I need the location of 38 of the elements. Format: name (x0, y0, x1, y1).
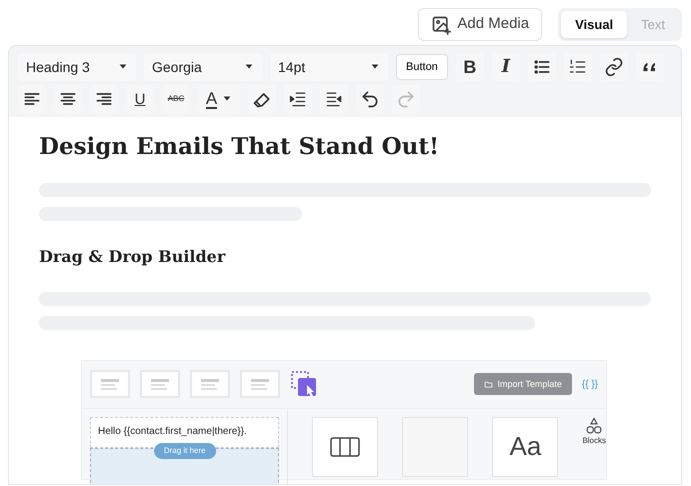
dropdown-select[interactable]: 14pt (270, 53, 388, 81)
bold-button[interactable]: B (456, 53, 484, 81)
quote-icon[interactable] (636, 53, 664, 81)
email-text-block: Hello {{contact.first_name|there}}. (90, 416, 280, 448)
columns-block-tile[interactable] (312, 416, 378, 477)
template-thumbnail[interactable] (140, 370, 180, 398)
template-thumbnail[interactable] (90, 370, 130, 398)
blocks-label[interactable]: Blocks (582, 434, 606, 447)
image-add-icon (431, 14, 452, 34)
folder-icon (484, 380, 494, 389)
add-media-button[interactable]: Add Media (418, 8, 542, 41)
strikethrough-button[interactable]: ABC (162, 85, 190, 113)
align-center-icon[interactable] (54, 85, 82, 113)
drop-hint: Drag it here (154, 442, 216, 459)
content-heading: Design Emails That Stand Out! (39, 133, 440, 161)
template-thumbnail[interactable] (240, 370, 280, 398)
outdent-icon[interactable] (284, 85, 312, 113)
dropdown-select[interactable]: Georgia (144, 53, 262, 81)
content-subheading: Drag & Drop Builder (39, 246, 226, 266)
dropdown-select[interactable]: Heading 3 (18, 53, 136, 81)
align-right-icon[interactable] (90, 85, 118, 113)
undo-icon[interactable] (356, 85, 384, 113)
align-left-icon[interactable] (18, 85, 46, 113)
bullet-list-icon[interactable] (528, 53, 556, 81)
link-icon[interactable] (600, 53, 628, 81)
eraser-icon[interactable] (248, 85, 276, 113)
italic-button[interactable]: I (492, 53, 520, 81)
text-block-tile[interactable]: Aa (492, 416, 558, 477)
text-color-button[interactable]: A (198, 85, 240, 113)
numbered-list-icon[interactable] (564, 53, 592, 81)
mode-tab[interactable]: Visual (561, 11, 628, 38)
indent-icon[interactable] (320, 85, 348, 113)
template-thumbnail[interactable] (190, 370, 230, 398)
insert-button-button[interactable]: Button (396, 54, 448, 80)
columns-icon (330, 436, 360, 457)
shapes-icon[interactable] (585, 416, 604, 435)
underline-button[interactable]: U (126, 85, 154, 113)
drag-drop-icon[interactable] (290, 370, 318, 398)
